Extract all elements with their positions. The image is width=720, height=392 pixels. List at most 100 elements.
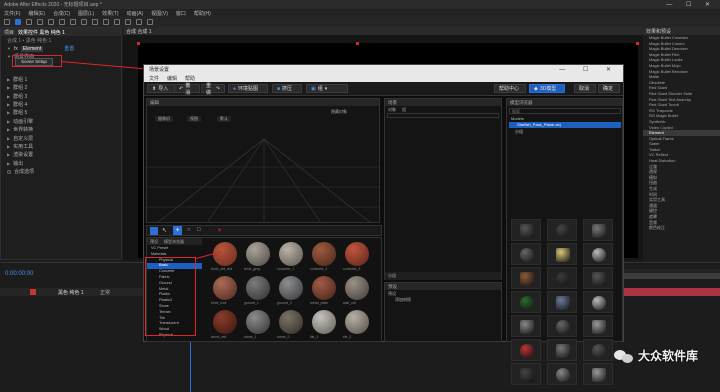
menu-effect[interactable]: 效果(T) <box>102 10 118 17</box>
model-thumbnail[interactable] <box>547 267 577 289</box>
material-sphere[interactable] <box>213 276 237 300</box>
material-sphere[interactable] <box>345 276 369 300</box>
eraser-tool-icon[interactable] <box>136 19 142 25</box>
chevron-right-icon[interactable]: ▶ <box>7 94 10 99</box>
model-thumbnail[interactable] <box>511 291 541 313</box>
model-thumbnail[interactable] <box>583 267 613 289</box>
tab-project[interactable]: 项目 <box>4 29 14 36</box>
chevron-down-icon[interactable]: ▼ <box>7 46 11 51</box>
model-thumbnail[interactable] <box>511 339 541 361</box>
menu-window[interactable]: 窗口 <box>176 10 186 17</box>
chevron-down-icon[interactable]: ▼ <box>7 54 11 59</box>
env-map-button[interactable]: ● 环境贴图 <box>228 84 268 93</box>
chevron-right-icon[interactable]: ▶ <box>7 144 10 149</box>
add-material-icon[interactable] <box>150 227 158 235</box>
row-utilities[interactable]: ▶ 实用工具 <box>1 142 121 150</box>
plus-icon[interactable]: + <box>173 226 182 235</box>
model-thumbnail[interactable] <box>547 315 577 337</box>
material-sphere[interactable] <box>345 310 369 334</box>
menu-help[interactable]: 帮助 <box>185 75 195 82</box>
material-sphere[interactable] <box>213 310 237 334</box>
chevron-right-icon[interactable]: ▶ <box>7 152 10 157</box>
model-thumbnail[interactable] <box>511 363 541 385</box>
model-thumbnail[interactable] <box>511 315 541 337</box>
effect-category-item[interactable]: 颜色校正 <box>643 225 720 231</box>
delete-icon[interactable]: ✕ <box>217 227 222 234</box>
ok-button[interactable]: 确定 <box>598 84 620 93</box>
library-search[interactable]: 搜索 <box>509 108 621 114</box>
radio-icon[interactable] <box>7 169 11 174</box>
menu-animation[interactable]: 动画(A) <box>127 10 144 17</box>
scene-search[interactable] <box>387 113 499 118</box>
row-output[interactable]: ▶ 输出 <box>1 159 121 167</box>
chevron-right-icon[interactable]: ▶ <box>7 127 10 132</box>
material-sphere[interactable] <box>345 242 369 266</box>
3d-models-button[interactable]: ◆ 3D模型 <box>529 84 565 93</box>
mask-tool-icon[interactable] <box>81 19 87 25</box>
hand-tool-icon[interactable] <box>26 19 32 25</box>
zoom-tool-icon[interactable] <box>37 19 43 25</box>
model-thumbnail[interactable] <box>583 315 613 337</box>
redo-button[interactable]: 重做 ↷ <box>201 83 225 96</box>
chevron-right-icon[interactable]: ▶ <box>7 119 10 124</box>
undo-button[interactable]: ↶ 撤消 <box>174 83 200 96</box>
menu-view[interactable]: 视图(V) <box>151 10 168 17</box>
model-thumbnail[interactable] <box>547 243 577 265</box>
tab-model-browser[interactable]: 模型浏览器 <box>164 239 184 244</box>
library-folder-selected[interactable]: Starfish_Pack_Plane.obj <box>509 122 621 128</box>
row-group-4[interactable]: ▶ 群组 4 <box>1 100 121 108</box>
menu-file[interactable]: 文件 <box>149 75 159 82</box>
model-thumbnail[interactable] <box>583 339 613 361</box>
effect-row-element[interactable]: ▼ fx Element 重置 <box>1 44 121 52</box>
presets-tab[interactable]: 预设 <box>385 283 501 290</box>
square-icon[interactable]: □ <box>197 227 201 233</box>
work-area-bar[interactable] <box>624 273 720 279</box>
chevron-right-icon[interactable]: ▶ <box>7 136 10 141</box>
tab-effect-controls[interactable]: 效果控件 黑色 纯色 1 <box>18 29 65 36</box>
model-thumbnail[interactable] <box>511 267 541 289</box>
add-material-item[interactable]: 添加材质 <box>395 297 411 303</box>
reset-link[interactable]: 重置 <box>64 45 74 52</box>
row-group-1[interactable]: ▶ 群组 1 <box>1 75 121 83</box>
circle-icon[interactable]: ○ <box>187 227 191 233</box>
row-group-2[interactable]: ▶ 群组 2 <box>1 84 121 92</box>
model-thumbnail[interactable] <box>511 219 541 241</box>
menu-composition[interactable]: 合成(C) <box>53 10 70 17</box>
layer-bar[interactable] <box>624 288 720 296</box>
help-center-button[interactable]: 帮助中心 <box>494 84 526 93</box>
row-group-3[interactable]: ▶ 群组 3 <box>1 92 121 100</box>
menu-file[interactable]: 文件(F) <box>4 10 20 17</box>
layer-name[interactable]: 黑色 纯色 1 <box>58 289 84 296</box>
timecode[interactable]: 0:00:00:00 <box>5 271 33 277</box>
window-controls[interactable]: — ☐ ✕ <box>666 1 716 8</box>
pan-behind-icon[interactable] <box>70 19 76 25</box>
edit-viewport[interactable]: 编辑 摄像机 视图 默认 隐藏对象 <box>146 98 380 223</box>
chevron-right-icon[interactable]: ▶ <box>7 110 10 115</box>
row-custom-layers[interactable]: ▶ 自定义层 <box>1 134 121 142</box>
row-render-settings[interactable]: ▶ 渲染设置 <box>1 151 121 159</box>
chevron-right-icon[interactable]: ▶ <box>7 161 10 166</box>
blend-mode[interactable]: 正常 <box>100 289 110 296</box>
tab-composition[interactable]: 合成 合成 1 <box>126 28 152 35</box>
brush-tool-icon[interactable] <box>114 19 120 25</box>
pointer-icon[interactable]: ↖ <box>162 227 167 234</box>
material-sphere[interactable] <box>213 242 237 266</box>
chevron-right-icon[interactable]: ▶ <box>7 77 10 82</box>
chevron-right-icon[interactable]: ▶ <box>7 102 10 107</box>
model-thumbnail[interactable] <box>547 339 577 361</box>
material-sphere[interactable] <box>279 242 303 266</box>
selection-tool-icon[interactable] <box>15 19 21 25</box>
library-tab[interactable]: 模型浏览器 <box>507 99 622 106</box>
material-sphere[interactable] <box>312 310 336 334</box>
row-group-5[interactable]: ▶ 群组 5 <box>1 109 121 117</box>
group-button[interactable]: ▣ 组 ▾ <box>306 84 348 93</box>
material-sphere[interactable] <box>312 276 336 300</box>
material-sphere[interactable] <box>246 276 270 300</box>
extrude-button[interactable]: ■ 挤压 <box>272 84 302 93</box>
model-thumbnail[interactable] <box>511 243 541 265</box>
model-thumbnail[interactable] <box>583 291 613 313</box>
text-tool-icon[interactable] <box>103 19 109 25</box>
pen-tool-icon[interactable] <box>92 19 98 25</box>
menu-layer[interactable]: 图层(L) <box>78 10 94 17</box>
scene-tab[interactable]: 场景 <box>385 99 501 106</box>
